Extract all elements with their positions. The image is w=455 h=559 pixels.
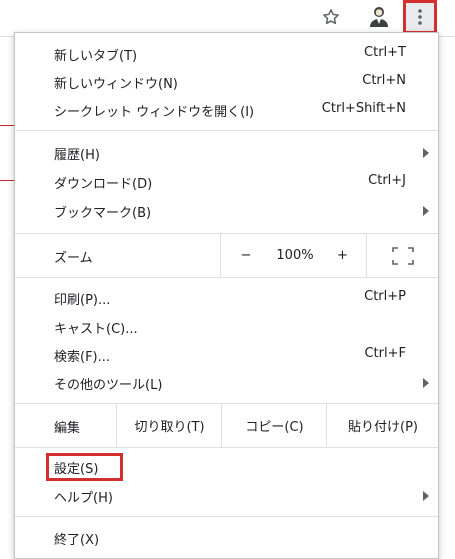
zoom-level: 100% [270, 234, 320, 277]
zoom-level-value: 100% [276, 248, 314, 263]
menu-item-print[interactable]: 印刷(P)... Ctrl+P [15, 284, 438, 311]
edit-row: 編集 切り取り(T) コピー(C) 貼り付け(P) [15, 404, 438, 447]
menu-item-label: シークレット ウィンドウを開く(I) [54, 105, 255, 120]
settings-highlight-box [46, 453, 123, 481]
profile-avatar-icon[interactable] [365, 2, 393, 30]
menu-item-incognito[interactable]: シークレット ウィンドウを開く(I) Ctrl+Shift+N [15, 96, 438, 123]
menu-item-label: 履歴(H) [54, 148, 100, 163]
menu-divider [15, 447, 438, 448]
menu-item-shortcut: Ctrl+T [364, 45, 406, 60]
fullscreen-icon [392, 246, 414, 265]
menu-item-label: ダウンロード(D) [54, 177, 153, 192]
menu-item-shortcut: Ctrl+J [368, 173, 406, 188]
menu-item-cast[interactable]: キャスト(C)... [15, 313, 438, 340]
menu-item-label: 終了(X) [54, 533, 100, 548]
menu-item-shortcut: Ctrl+P [364, 289, 406, 304]
menu-item-shortcut: Ctrl+F [364, 346, 406, 361]
menu-item-find[interactable]: 検索(F)... Ctrl+F [15, 341, 438, 368]
menu-item-shortcut: Ctrl+Shift+N [321, 101, 406, 116]
page-content-line [0, 125, 14, 126]
submenu-arrow-icon [423, 378, 429, 388]
zoom-row: ズーム − 100% + [15, 234, 438, 277]
cut-label: 切り取り(T) [134, 420, 205, 435]
menu-item-label: 新しいタブ(T) [54, 49, 138, 64]
menu-three-dots-icon[interactable] [403, 0, 437, 34]
submenu-arrow-icon [423, 206, 429, 216]
zoom-out-button[interactable]: − [220, 234, 271, 277]
menu-item-exit[interactable]: 終了(X) [15, 524, 438, 551]
fullscreen-button[interactable] [366, 234, 439, 277]
menu-item-label: 検索(F)... [54, 350, 111, 365]
menu-item-shortcut: Ctrl+N [362, 73, 406, 88]
paste-button[interactable]: 貼り付け(P) [326, 404, 439, 447]
menu-item-new-window[interactable]: 新しいウィンドウ(N) Ctrl+N [15, 68, 438, 95]
menu-item-label: 新しいウィンドウ(N) [54, 77, 178, 92]
submenu-arrow-icon [423, 491, 429, 501]
menu-divider [15, 277, 438, 278]
menu-item-label: 印刷(P)... [54, 293, 111, 308]
menu-item-more-tools[interactable]: その他のツール(L) [15, 369, 438, 396]
menu-item-label: キャスト(C)... [54, 322, 138, 337]
menu-item-label: ブックマーク(B) [54, 206, 152, 221]
paste-label: 貼り付け(P) [348, 420, 418, 435]
menu-item-new-tab[interactable]: 新しいタブ(T) Ctrl+T [15, 40, 438, 67]
cut-button[interactable]: 切り取り(T) [116, 404, 222, 447]
page-content-line [0, 180, 14, 181]
menu-item-bookmarks[interactable]: ブックマーク(B) [15, 197, 438, 224]
zoom-label: ズーム [54, 251, 93, 266]
copy-label: コピー(C) [245, 420, 304, 435]
menu-divider [15, 130, 438, 131]
edit-label: 編集 [54, 421, 81, 436]
menu-item-label: ヘルプ(H) [54, 491, 113, 506]
copy-button[interactable]: コピー(C) [221, 404, 327, 447]
zoom-in-symbol: + [337, 248, 348, 263]
menu-item-downloads[interactable]: ダウンロード(D) Ctrl+J [15, 168, 438, 195]
menu-item-help[interactable]: ヘルプ(H) [15, 482, 438, 509]
browser-main-menu: 新しいタブ(T) Ctrl+T 新しいウィンドウ(N) Ctrl+N シークレッ… [14, 32, 439, 559]
bookmark-star-icon[interactable] [318, 4, 344, 30]
menu-item-label: その他のツール(L) [54, 378, 163, 393]
zoom-out-symbol: − [240, 248, 252, 263]
menu-item-history[interactable]: 履歴(H) [15, 139, 438, 166]
zoom-in-button[interactable]: + [320, 234, 365, 277]
submenu-arrow-icon [423, 148, 429, 158]
menu-divider [15, 516, 438, 517]
